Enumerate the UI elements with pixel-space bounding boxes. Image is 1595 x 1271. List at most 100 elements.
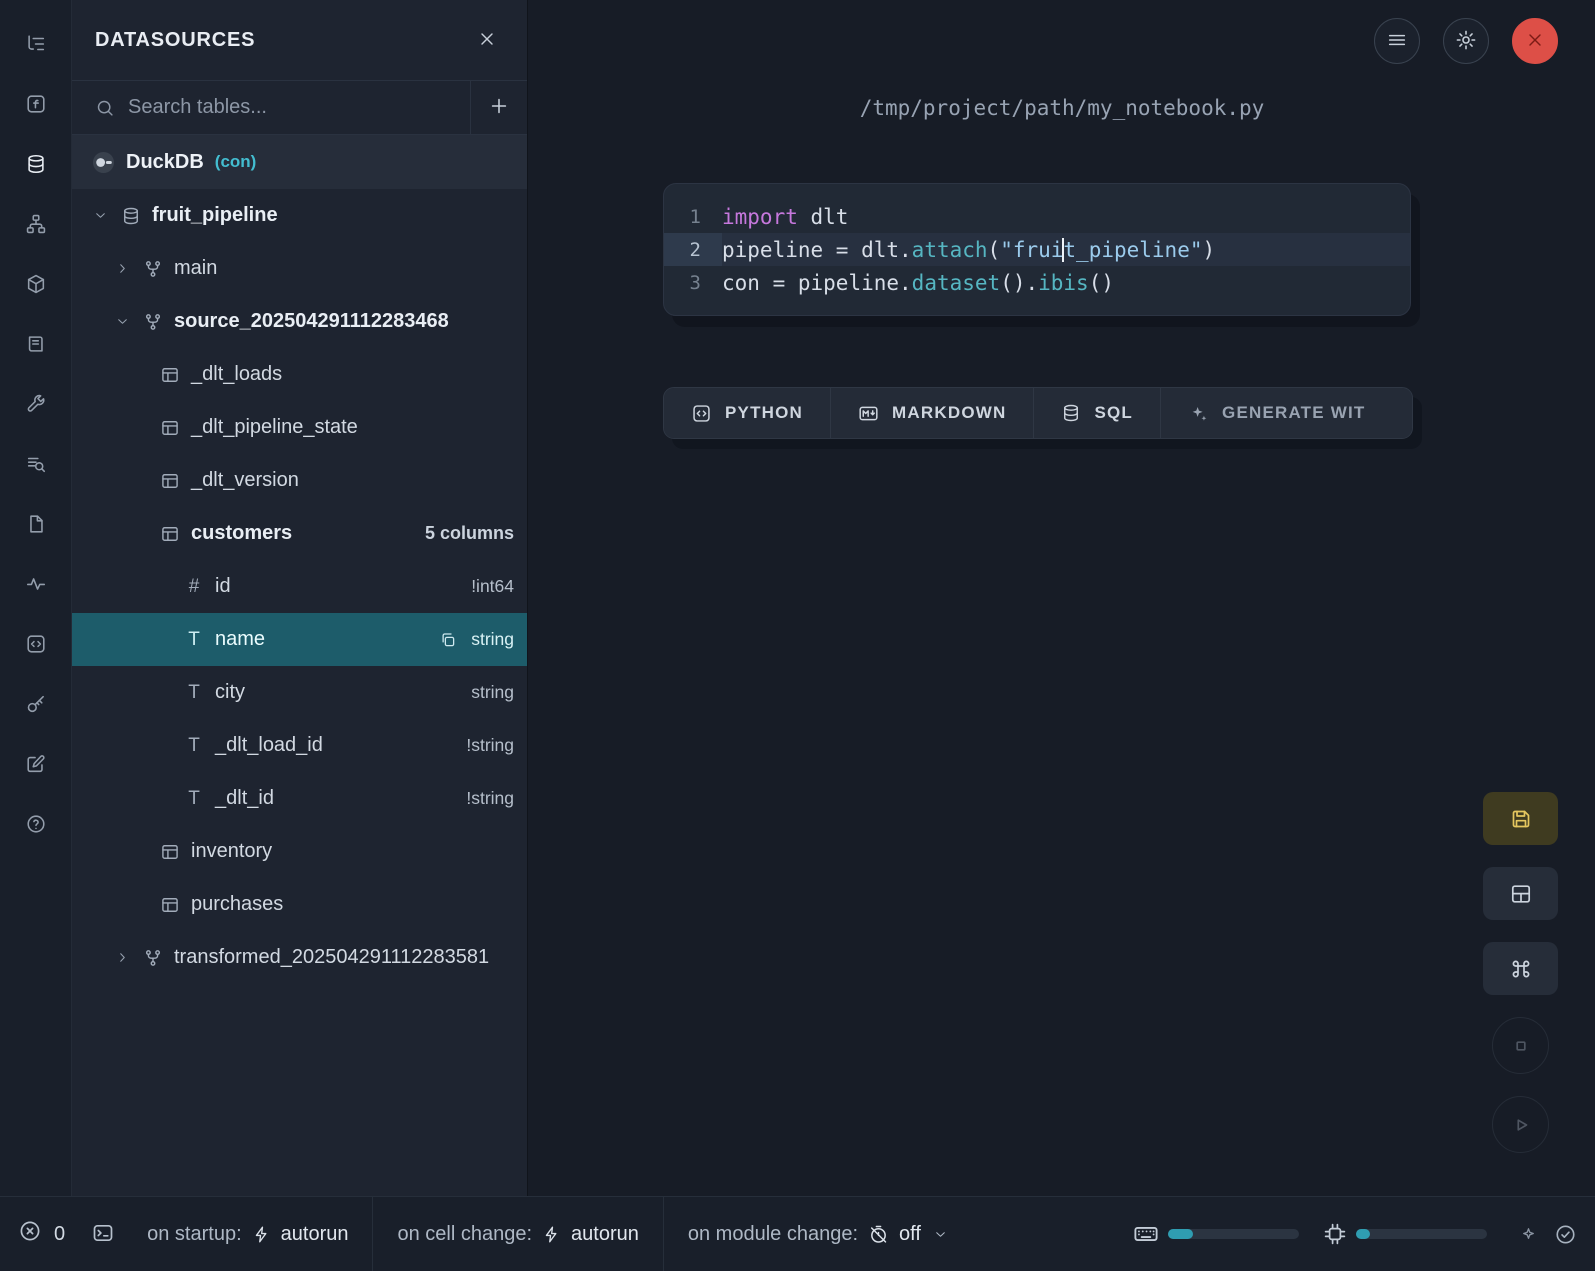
tree-row-name[interactable]: Tnamestring <box>72 613 527 666</box>
error-indicator[interactable]: 0 <box>18 1219 65 1249</box>
error-count: 0 <box>54 1223 65 1246</box>
tree-row-source-202504291112283468[interactable]: source_202504291112283468 <box>72 295 527 348</box>
tracing-icon <box>25 573 47 595</box>
tree-row-transformed-202504291112283581[interactable]: transformed_202504291112283581 <box>72 931 527 984</box>
dependencies-icon <box>25 213 47 235</box>
setting-on-startup[interactable]: on startup:autorun <box>123 1197 372 1271</box>
chip-icon <box>1323 1222 1347 1246</box>
tree-row-inventory[interactable]: inventory <box>72 825 527 878</box>
rail-item-tracing[interactable] <box>14 562 58 606</box>
tree-label: main <box>174 257 217 280</box>
code-cell[interactable]: 1import dlt2pipeline = dlt.attach("fruit… <box>663 183 1411 316</box>
menu-button[interactable] <box>1374 18 1420 64</box>
tree-row-dlt-load-id[interactable]: T _dlt_load_id !string <box>72 719 527 772</box>
chevron-right-icon[interactable] <box>112 261 132 276</box>
close-panel-button[interactable] <box>477 29 497 52</box>
tree-row-city[interactable]: Tcitystring <box>72 666 527 719</box>
tree-right-label: !string <box>466 735 514 756</box>
tree-label: id <box>215 575 231 598</box>
search-icon <box>95 98 115 118</box>
add-cell-generate-wit-button[interactable]: GENERATE WIT <box>1161 388 1412 438</box>
runtime-settings: on startup:autorunon cell change:autorun… <box>123 1197 972 1271</box>
chevron-down-icon[interactable] <box>112 314 132 329</box>
rail-item-notebook-edit[interactable] <box>14 742 58 786</box>
status-bar: 0 on startup:autorunon cell change:autor… <box>0 1196 1595 1271</box>
tree-row-dlt-id[interactable]: T_dlt_id!string <box>72 772 527 825</box>
tree-row-dlt-pipeline-state[interactable]: _dlt_pipeline_state <box>72 401 527 454</box>
setting-on-cell-change[interactable]: on cell change:autorun <box>372 1197 662 1271</box>
tree-label: fruit_pipeline <box>152 204 278 227</box>
code-line-1[interactable]: 1import dlt <box>664 200 1410 233</box>
rail-item-outline-tree[interactable] <box>14 22 58 66</box>
code-icon <box>691 403 712 424</box>
add-cell-row: PYTHONMARKDOWNSQLGENERATE WIT <box>663 387 1413 439</box>
code-text: import dlt <box>722 200 848 233</box>
rail-item-tools[interactable] <box>14 382 58 426</box>
rail-item-scratchpad[interactable] <box>14 622 58 666</box>
chevron-right-icon[interactable] <box>112 950 132 965</box>
rail-item-documentation[interactable] <box>14 322 58 366</box>
keyboard-slider[interactable] <box>1168 1229 1299 1239</box>
rail-item-datasources[interactable] <box>14 142 58 186</box>
add-cell-python-button[interactable]: PYTHON <box>664 388 831 438</box>
layout-button[interactable] <box>1483 867 1558 920</box>
tree-label: _dlt_version <box>191 469 299 492</box>
ai-sparkle-icon[interactable] <box>1519 1225 1538 1244</box>
tree-row-purchases[interactable]: purchases <box>72 878 527 931</box>
rail-item-help[interactable] <box>14 802 58 846</box>
int-type-icon: # <box>182 576 206 598</box>
setting-on-module-change[interactable]: on module change:off <box>663 1197 972 1271</box>
tree-label: source_202504291112283468 <box>174 310 449 333</box>
shutdown-button[interactable] <box>1512 18 1558 64</box>
tree-row-dlt-version[interactable]: _dlt_version <box>72 454 527 507</box>
tree-label: purchases <box>191 893 283 916</box>
code-line-3[interactable]: 3con = pipeline.dataset().ibis() <box>664 266 1410 299</box>
text-type-icon: T <box>182 629 206 651</box>
chevron-down-icon[interactable] <box>90 208 110 223</box>
table-icon <box>158 365 182 385</box>
code-text: con = pipeline.dataset().ibis() <box>722 266 1114 299</box>
tree-row-dlt-loads[interactable]: _dlt_loads <box>72 348 527 401</box>
tree-row-id[interactable]: # id !int64 <box>72 560 527 613</box>
connection-status-icon[interactable] <box>1554 1223 1577 1246</box>
text-type-icon: T <box>182 682 206 704</box>
tools-icon <box>25 393 47 415</box>
add-connection-button[interactable] <box>470 81 527 134</box>
tree-right-label: !string <box>466 788 514 809</box>
code-line-2[interactable]: 2pipeline = dlt.attach("fruit_pipeline") <box>664 233 1410 266</box>
files-icon <box>25 513 47 535</box>
line-number: 1 <box>664 200 722 233</box>
rail-item-files[interactable] <box>14 502 58 546</box>
add-cell-markdown-button[interactable]: MARKDOWN <box>831 388 1034 438</box>
datasources-panel: DATASOURCES DuckDB (con) fruit_pipelinem… <box>71 0 528 1196</box>
connection-row[interactable]: DuckDB (con) <box>72 135 527 189</box>
chip-slider[interactable] <box>1356 1229 1487 1239</box>
rail-item-dependencies[interactable] <box>14 202 58 246</box>
add-cell-sql-button[interactable]: SQL <box>1034 388 1161 438</box>
rail-item-secrets[interactable] <box>14 682 58 726</box>
tree-row-fruit-pipeline[interactable]: fruit_pipeline <box>72 189 527 242</box>
line-number: 2 <box>664 233 722 266</box>
rail-item-packages[interactable] <box>14 262 58 306</box>
connection-badge: (con) <box>215 152 257 172</box>
documentation-icon <box>25 333 47 355</box>
activity-rail <box>0 0 71 1196</box>
copy-icon[interactable] <box>439 631 457 649</box>
command-palette-button[interactable] <box>1483 942 1558 995</box>
tree-row-main[interactable]: main <box>72 242 527 295</box>
logs-icon <box>25 453 47 475</box>
search-input[interactable] <box>128 96 470 119</box>
settings-button[interactable] <box>1443 18 1489 64</box>
stop-button[interactable] <box>1492 1017 1549 1074</box>
rail-item-functions[interactable] <box>14 82 58 126</box>
save-button[interactable] <box>1483 792 1558 845</box>
tree-row-customers[interactable]: customers5 columns <box>72 507 527 560</box>
terminal-button[interactable] <box>91 1221 115 1248</box>
search-row <box>72 81 527 135</box>
rail-item-logs[interactable] <box>14 442 58 486</box>
tree-label: _dlt_load_id <box>215 734 323 757</box>
tree-right-label: !int64 <box>471 576 514 597</box>
scratchpad-icon <box>25 633 47 655</box>
run-button[interactable] <box>1492 1096 1549 1153</box>
text-type-icon: T <box>182 735 206 757</box>
